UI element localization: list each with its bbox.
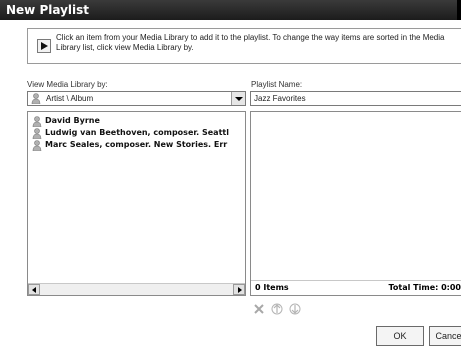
- view-library-label: View Media Library by:: [27, 80, 108, 89]
- user-icon: [32, 116, 42, 127]
- move-up-icon[interactable]: [270, 302, 284, 316]
- view-library-dropdown[interactable]: Artist \ Album: [27, 91, 246, 106]
- chevron-down-icon[interactable]: [231, 92, 245, 105]
- media-library-list[interactable]: David Byrne Ludwig van Beethoven, compos…: [27, 111, 246, 296]
- list-item[interactable]: Marc Seales, composer. New Stories. Err: [28, 139, 245, 151]
- playlist-name-input[interactable]: Jazz Favorites: [250, 91, 461, 106]
- cancel-button[interactable]: Cancel: [429, 326, 461, 346]
- playlist-status-bar: 0 Items Total Time: 0:00: [251, 280, 461, 295]
- info-text: Click an item from your Media Library to…: [56, 33, 445, 52]
- play-arrow-icon: [37, 39, 51, 53]
- title-bar-edge: [457, 0, 461, 20]
- total-time: Total Time: 0:00: [388, 283, 461, 292]
- title-bar: New Playlist: [0, 0, 461, 20]
- list-item-label: Ludwig van Beethoven, composer. Seattl: [45, 128, 229, 137]
- scroll-left-button[interactable]: [28, 284, 40, 295]
- items-count: 0 Items: [255, 283, 289, 292]
- playlist-contents[interactable]: 0 Items Total Time: 0:00: [250, 111, 461, 296]
- list-item-label: Marc Seales, composer. New Stories. Err: [45, 140, 228, 149]
- window-title: New Playlist: [6, 3, 90, 17]
- horizontal-scrollbar[interactable]: [28, 283, 245, 295]
- new-playlist-dialog: New Playlist Click an item from your Med…: [0, 0, 461, 356]
- scroll-right-button[interactable]: [233, 284, 245, 295]
- view-library-value: Artist \ Album: [46, 94, 94, 103]
- ok-button[interactable]: OK: [376, 326, 424, 346]
- info-panel: Click an item from your Media Library to…: [27, 28, 461, 64]
- list-item[interactable]: David Byrne: [28, 115, 245, 127]
- delete-x-icon[interactable]: [252, 302, 266, 316]
- user-icon: [32, 140, 42, 151]
- user-icon: [31, 93, 41, 104]
- user-icon: [32, 128, 42, 139]
- list-item[interactable]: Ludwig van Beethoven, composer. Seattl: [28, 127, 245, 139]
- list-item-label: David Byrne: [45, 116, 100, 125]
- move-down-icon[interactable]: [288, 302, 302, 316]
- playlist-name-label: Playlist Name:: [251, 80, 303, 89]
